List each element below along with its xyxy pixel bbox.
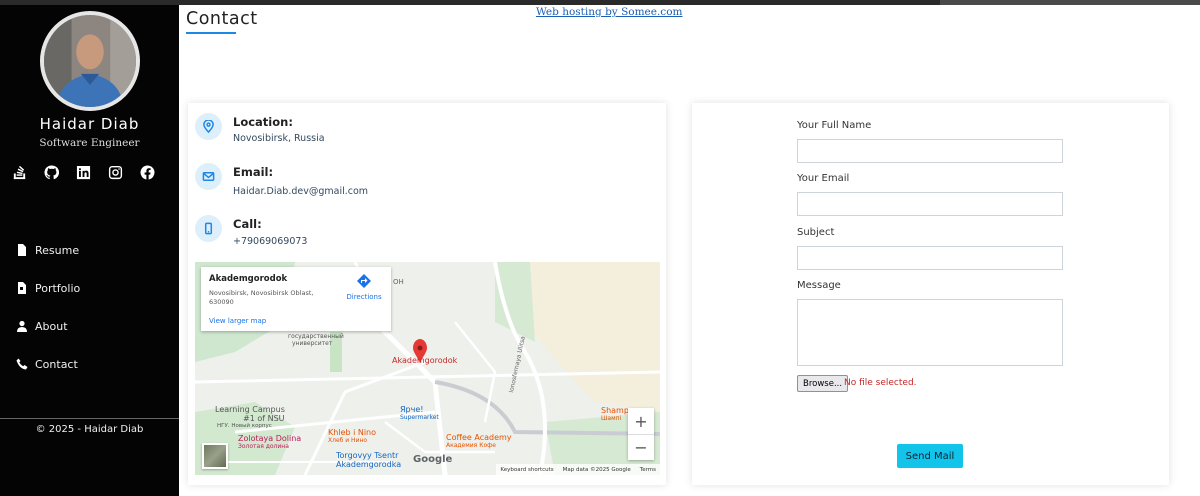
social-links	[10, 163, 160, 181]
stack-overflow-icon[interactable]	[10, 163, 28, 181]
zoom-in-button[interactable]: +	[628, 408, 654, 434]
map-label-khleb: Khleb i Nino Хлеб и Нино	[328, 428, 377, 444]
email-input[interactable]	[797, 192, 1063, 216]
title-underline	[186, 32, 236, 34]
location-value: Novosibirsk, Russia	[233, 133, 325, 144]
sidebar-item-contact[interactable]: Contact	[16, 345, 176, 383]
sidebar-item-label: Portfolio	[35, 281, 81, 295]
map-label-coffee: Coffee Academy Академия Кофе	[446, 433, 512, 449]
file-status: No file selected.	[844, 378, 917, 388]
popup-title: Akademgorodok	[209, 274, 288, 284]
copyright: © 2025 - Haidar Diab	[35, 424, 144, 435]
directions-label: Directions	[346, 293, 382, 301]
hosting-link[interactable]: Web hosting by Somee.com	[536, 6, 682, 18]
map-label-fragment: ОН	[393, 278, 404, 286]
map-label-zolotaya: Zolotaya Dolina Золотая долина	[238, 434, 302, 450]
portfolio-icon	[18, 282, 26, 294]
map-footer: Keyboard shortcuts Map data ©2025 Google…	[496, 464, 660, 475]
subject-input[interactable]	[797, 246, 1063, 270]
map-marker-label: Akademgorodok	[392, 356, 458, 365]
user-icon	[17, 320, 27, 332]
email-label: Email:	[233, 165, 274, 179]
avatar-photo	[44, 15, 136, 107]
sidebar-divider	[0, 418, 179, 419]
google-logo: Google	[413, 454, 453, 465]
directions-icon	[357, 274, 371, 288]
map-label-torgovyy: Torgovyy Tsentr Akademgorodka	[336, 451, 402, 469]
profile-role: Software Engineer	[39, 137, 140, 149]
browser-top-bar	[0, 0, 1200, 5]
instagram-icon[interactable]	[106, 163, 124, 181]
envelope-icon	[195, 163, 222, 190]
popup-address: Novosibirsk, Novosibirsk Oblast, 630090	[209, 289, 314, 306]
sidebar-item-label: Contact	[35, 357, 78, 371]
full-name-label: Your Full Name	[797, 120, 872, 131]
keyboard-shortcuts-link[interactable]: Keyboard shortcuts	[500, 467, 553, 473]
call-label: Call:	[233, 217, 262, 231]
sidebar-nav: Resume Portfolio About Contact	[16, 231, 176, 383]
phone-icon	[16, 358, 28, 370]
terms-link[interactable]: Terms	[640, 467, 656, 473]
resume-icon	[18, 244, 26, 256]
sidebar-item-about[interactable]: About	[16, 307, 176, 345]
subject-label: Subject	[797, 227, 835, 238]
browser-top-bar-right	[940, 0, 1200, 5]
map-label-university: государственный университет	[288, 333, 344, 347]
map-label-yarche: Ярче! Supermarket	[400, 405, 439, 421]
map-data-text: Map data ©2025 Google	[562, 466, 631, 473]
mobile-phone-icon	[195, 215, 222, 242]
map-label-shamp: Shamp Шампі	[601, 406, 629, 422]
contact-info-card: Location: Novosibirsk, Russia Email: Hai…	[188, 103, 666, 485]
sidebar-item-label: Resume	[35, 243, 80, 257]
email-value[interactable]: Haidar.Diab.dev@gmail.com	[233, 186, 368, 197]
sidebar-item-resume[interactable]: Resume	[16, 231, 176, 269]
page-title: Contact	[186, 9, 258, 29]
location-pin-icon	[195, 113, 222, 140]
full-name-input[interactable]	[797, 139, 1063, 163]
profile-name: Haidar Diab	[39, 115, 140, 133]
zoom-out-button[interactable]: −	[628, 434, 654, 460]
sidebar: Haidar Diab Software Engineer Resume Por…	[0, 5, 179, 496]
message-textarea[interactable]	[797, 299, 1063, 366]
directions-button[interactable]: Directions	[344, 273, 384, 301]
map-zoom-controls: + −	[628, 408, 654, 460]
contact-form-card: Your Full Name Your Email Subject Messag…	[692, 103, 1169, 485]
facebook-icon[interactable]	[138, 163, 156, 181]
location-label: Location:	[233, 115, 293, 129]
sidebar-item-portfolio[interactable]: Portfolio	[16, 269, 176, 307]
map-info-popup: Akademgorodok Novosibirsk, Novosibirsk O…	[201, 267, 391, 331]
sidebar-item-label: About	[35, 319, 68, 333]
view-larger-map-link[interactable]: View larger map	[209, 317, 266, 325]
github-icon[interactable]	[42, 163, 60, 181]
linkedin-icon[interactable]	[74, 163, 92, 181]
call-value[interactable]: +79069069073	[233, 236, 307, 247]
send-mail-button[interactable]: Send Mail	[897, 444, 963, 468]
avatar	[40, 11, 140, 111]
email-label: Your Email	[797, 173, 850, 184]
message-label: Message	[797, 280, 841, 291]
browse-file-button[interactable]: Browse...	[797, 375, 849, 392]
satellite-toggle[interactable]	[202, 443, 228, 469]
map-label-learning-campus: Learning Campus #1 of NSU НГУ. Новый кор…	[215, 405, 285, 429]
embedded-map[interactable]: государственный университет Akademgorodo…	[195, 262, 660, 475]
